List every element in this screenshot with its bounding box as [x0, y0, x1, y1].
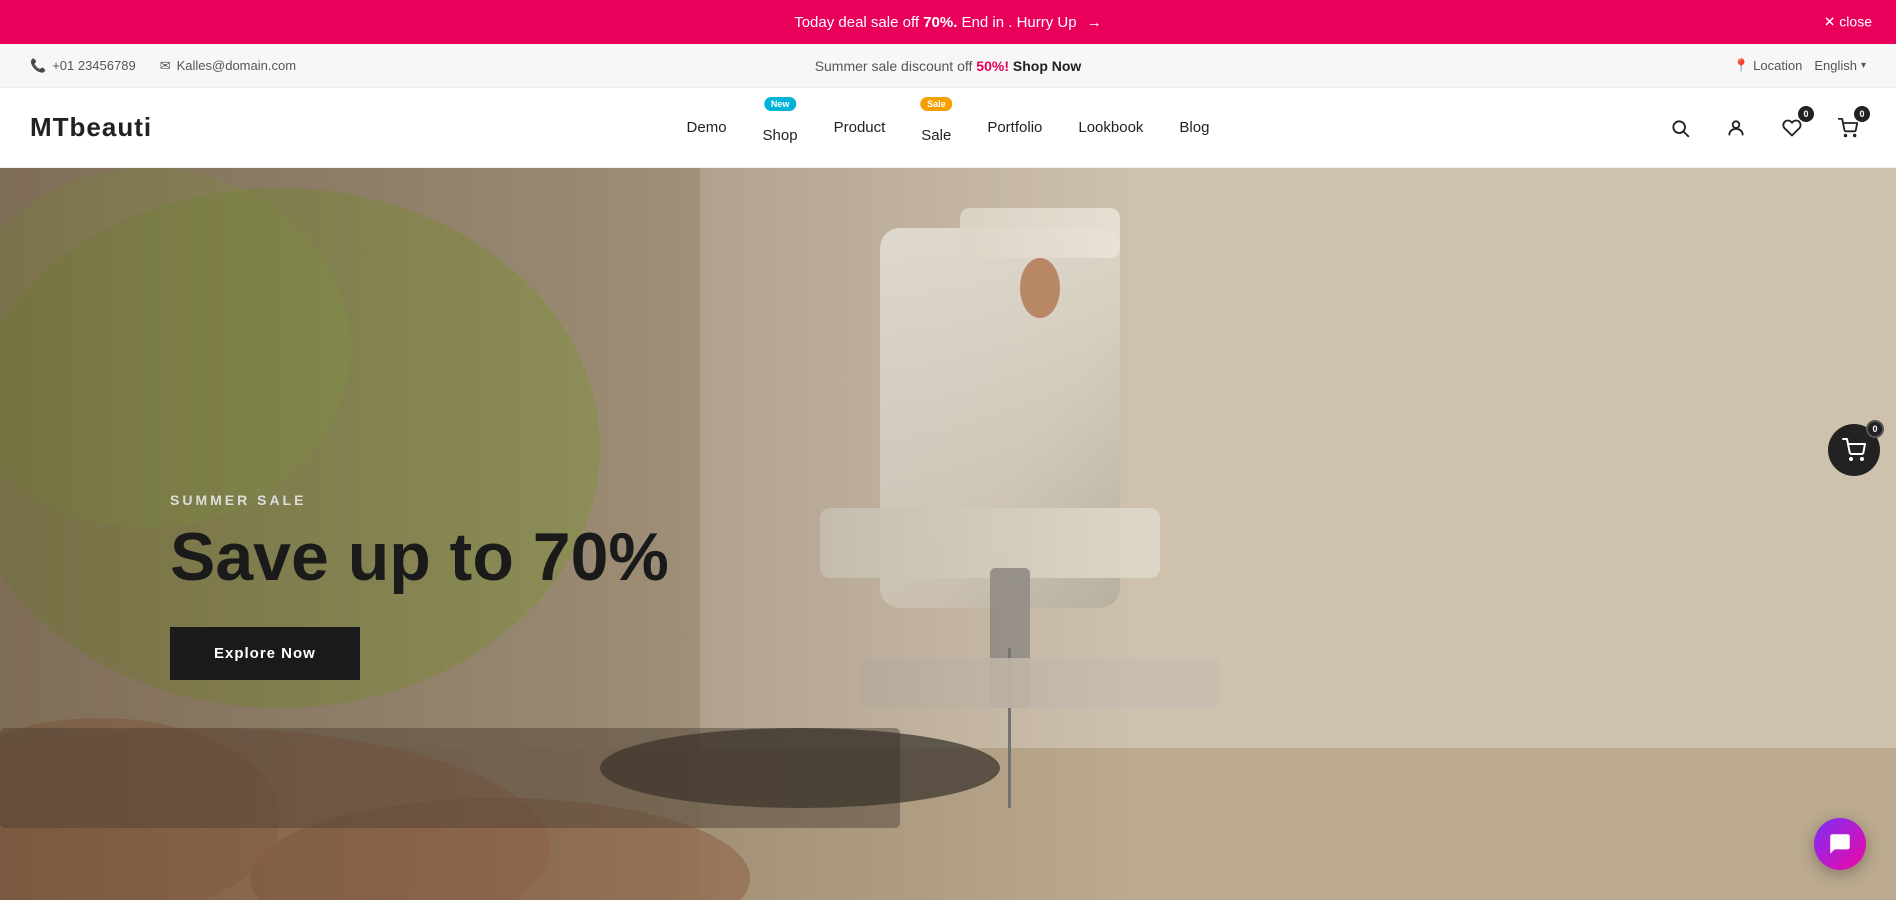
- phone-icon: [30, 58, 46, 74]
- main-header: MTbeauti Demo New Shop Product Sale Sale…: [0, 88, 1896, 168]
- language-label: English: [1814, 58, 1857, 73]
- floating-cart-button[interactable]: 0: [1828, 424, 1880, 476]
- info-bar-left: +01 23456789 Kalles@domain.com: [30, 58, 296, 74]
- language-selector[interactable]: English ▾: [1814, 58, 1866, 73]
- main-nav: Demo New Shop Product Sale Sale Portfoli…: [687, 111, 1210, 144]
- nav-item-sale[interactable]: Sale Sale: [921, 111, 951, 144]
- heart-icon: [1782, 118, 1802, 138]
- email-contact: Kalles@domain.com: [160, 58, 296, 74]
- nav-item-product[interactable]: Product: [834, 119, 886, 136]
- search-icon: [1670, 118, 1690, 138]
- nav-item-shop[interactable]: New Shop: [763, 111, 798, 144]
- wishlist-count: 0: [1798, 106, 1814, 122]
- user-icon: [1726, 118, 1746, 138]
- nav-item-portfolio[interactable]: Portfolio: [987, 119, 1042, 136]
- top-banner: Today deal sale off 70%. End in . Hurry …: [0, 0, 1896, 44]
- hero-subtitle: SUMMER SALE: [170, 492, 669, 508]
- cart-button[interactable]: 0: [1830, 110, 1866, 146]
- top-banner-text: Today deal sale off 70%. End in . Hurry …: [794, 14, 1102, 31]
- chat-button[interactable]: [1814, 818, 1866, 870]
- shop-now-link[interactable]: Shop Now: [1013, 58, 1081, 74]
- info-bar-center: Summer sale discount off 50%! Shop Now: [815, 58, 1082, 74]
- nav-item-blog[interactable]: Blog: [1179, 119, 1209, 136]
- email-address: Kalles@domain.com: [177, 58, 296, 73]
- info-bar-right: Location English ▾: [1733, 58, 1866, 74]
- account-button[interactable]: [1718, 110, 1754, 146]
- header-icons: 0 0: [1662, 110, 1866, 146]
- chevron-down-icon: ▾: [1861, 60, 1866, 71]
- hero-section: SUMMER SALE Save up to 70% Explore Now: [0, 168, 1896, 900]
- nav-item-demo[interactable]: Demo: [687, 119, 727, 136]
- wishlist-button[interactable]: 0: [1774, 110, 1810, 146]
- phone-contact: +01 23456789: [30, 58, 136, 74]
- hero-title: Save up to 70%: [170, 520, 669, 595]
- sale-badge: Sale: [920, 97, 953, 111]
- cart-count: 0: [1854, 106, 1870, 122]
- sale-highlight: 50%!: [976, 58, 1009, 74]
- close-banner-button[interactable]: ✕ close: [1824, 14, 1872, 31]
- nav-item-lookbook[interactable]: Lookbook: [1078, 119, 1143, 136]
- search-button[interactable]: [1662, 110, 1698, 146]
- info-bar: +01 23456789 Kalles@domain.com Summer sa…: [0, 44, 1896, 88]
- location-selector[interactable]: Location: [1733, 58, 1802, 74]
- floating-cart-count: 0: [1866, 420, 1884, 438]
- location-icon: [1733, 58, 1749, 74]
- hero-content: SUMMER SALE Save up to 70% Explore Now: [170, 492, 669, 680]
- floating-cart-icon: [1842, 438, 1866, 462]
- cart-icon: [1838, 118, 1858, 138]
- banner-arrow: →: [1087, 14, 1102, 31]
- email-icon: [160, 58, 171, 74]
- site-logo[interactable]: MTbeauti: [30, 112, 152, 143]
- chat-icon: [1827, 831, 1853, 857]
- explore-now-button[interactable]: Explore Now: [170, 627, 360, 680]
- new-badge: New: [764, 97, 797, 111]
- phone-number: +01 23456789: [52, 58, 136, 73]
- location-label: Location: [1753, 58, 1802, 73]
